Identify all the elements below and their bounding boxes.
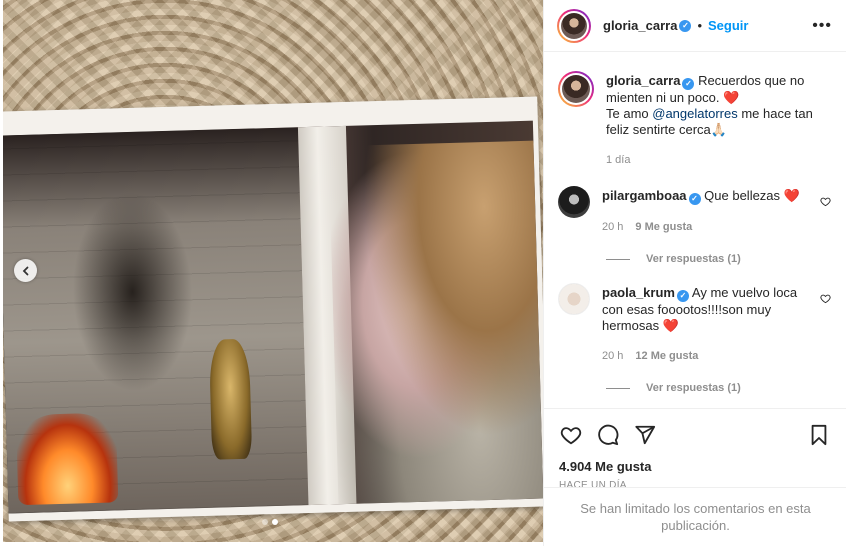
replies-line [606,387,630,389]
comment-username[interactable]: paola_krum [602,285,675,300]
commenter-avatar[interactable] [558,186,590,218]
post-sidebar: gloria_carra ✓ • Seguir ••• gloria_carra… [543,0,846,546]
heart-emoji: ❤️ [723,90,740,105]
verified-icon: ✓ [676,290,689,302]
heart-icon[interactable] [559,423,583,447]
verified-icon: ✓ [679,19,692,32]
view-replies-label: Ver respuestas (1) [646,382,741,394]
like-count[interactable]: 4.904 Me gusta [559,459,831,474]
comment-item: pilargamboaa ✓ Que bellezas ❤️ 20 h 9 Me … [558,186,831,235]
vintage-photo [3,120,543,514]
caption-mention[interactable]: @angelatorres [652,106,737,121]
post-header: gloria_carra ✓ • Seguir ••• [544,0,846,52]
mother-and-child [328,140,543,505]
carousel-dot [262,519,268,525]
comment-username[interactable]: pilargamboaa [602,188,687,203]
commenter-avatar[interactable] [558,283,590,315]
view-replies-button[interactable]: Ver respuestas (1) [606,253,831,265]
separator: • [697,18,702,33]
caption: gloria_carra ✓ Recuerdos que no mienten n… [558,71,831,168]
bookmark-icon[interactable] [807,423,831,447]
comments-limited-notice: Se han limitado los comentarios en esta … [544,487,846,546]
avatar-image [562,75,590,103]
heart-emoji: ❤️ [783,188,800,203]
more-options-icon[interactable]: ••• [812,17,832,35]
pray-emoji: 🙏🏻 [710,122,727,137]
follow-button[interactable]: Seguir [708,18,748,33]
comment-heart-icon[interactable] [819,186,831,235]
verified-icon: ✓ [688,193,701,205]
view-replies-label: Ver respuestas (1) [646,253,741,265]
comment-meta: 20 h 9 Me gusta [602,219,807,235]
avatar-image [561,12,587,39]
comments-list: gloria_carra ✓ Recuerdos que no mienten n… [544,53,846,408]
fire [15,412,119,506]
brass-tools [208,338,253,460]
vintage-photo-frame [3,96,543,522]
caption-username[interactable]: gloria_carra [606,73,680,88]
caption-avatar[interactable] [558,71,594,107]
comment-icon[interactable] [596,423,620,447]
previous-slide-button[interactable] [14,259,37,282]
carousel-dot-active [272,519,278,525]
author-avatar[interactable] [557,8,591,43]
post-media [3,0,543,542]
comment-heart-icon[interactable] [819,283,831,364]
action-icons [559,417,831,453]
carousel-indicator [262,519,278,525]
chevron-left-icon [22,266,28,275]
caption-meta: 1 día [606,152,831,168]
heart-emoji: ❤️ [662,318,679,333]
view-replies-button[interactable]: Ver respuestas (1) [606,382,831,394]
comment-text: Que bellezas [704,188,781,203]
post-actions: 4.904 Me gusta HACE UN DÍA [544,408,846,491]
replies-line [606,258,630,260]
caption-line2-prefix: Te amo [606,106,653,121]
comment-item: paola_krum ✓ Ay me vuelvo loca con esas f… [558,283,831,364]
verified-icon: ✓ [682,78,695,90]
comment-time: 20 h [602,221,624,233]
comment-likes[interactable]: 9 Me gusta [635,219,692,235]
comment-time: 20 h [602,350,624,362]
comment-meta: 20 h 12 Me gusta [602,348,807,364]
comment-likes[interactable]: 12 Me gusta [635,348,698,364]
caption-time: 1 día [606,154,631,166]
share-icon[interactable] [633,423,657,447]
author-username[interactable]: gloria_carra [603,18,677,33]
